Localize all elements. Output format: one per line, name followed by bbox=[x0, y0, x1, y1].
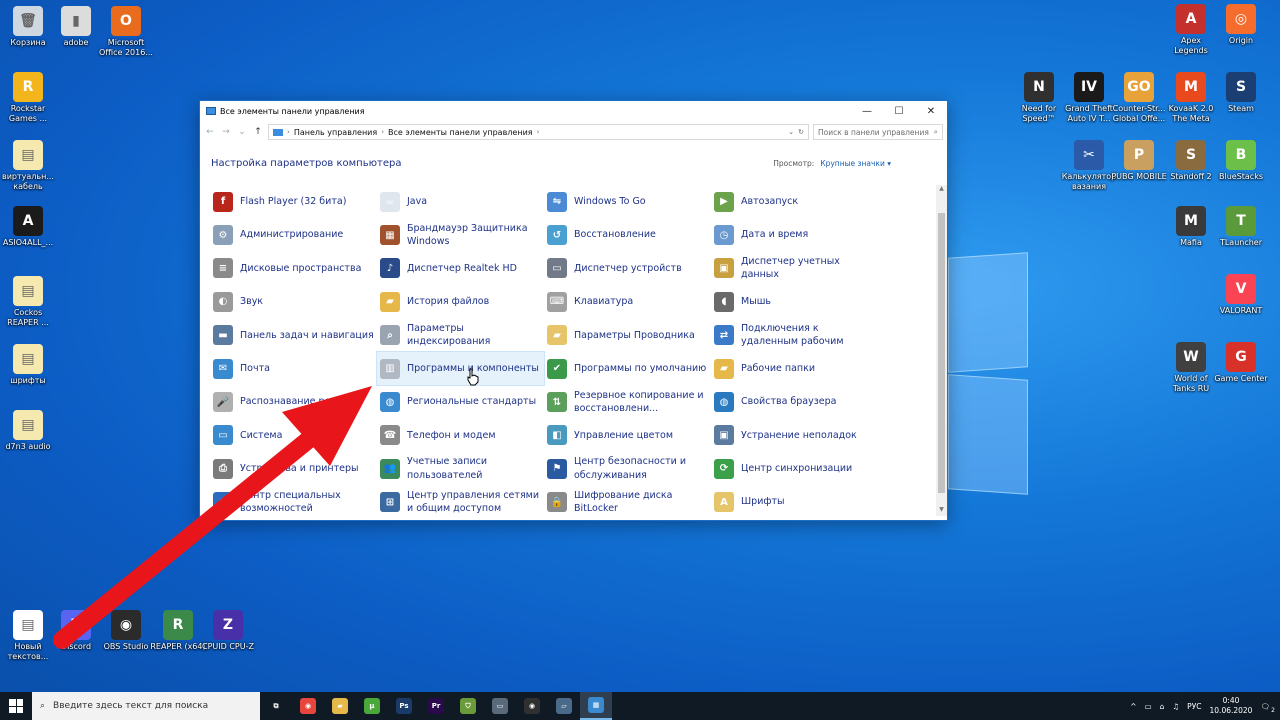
task-view-icon: ⧉ bbox=[268, 698, 284, 714]
notifications-icon[interactable]: 🗨 2 bbox=[1260, 702, 1275, 714]
taskbar-app-chrome[interactable]: ◉ bbox=[292, 692, 324, 720]
volume-icon[interactable]: ♫ bbox=[1172, 702, 1179, 711]
search-icon: ⌕ bbox=[40, 701, 46, 711]
clock-time: 0:40 bbox=[1222, 696, 1240, 705]
taskbar-app-photoshop[interactable]: Ps bbox=[388, 692, 420, 720]
taskbar: ⌕ Введите здесь текст для поиска ⧉ ◉ ▰ µ Ps P… bbox=[0, 692, 1280, 720]
vpn-shield-icon: ⛉ bbox=[460, 698, 476, 714]
taskbar-apps: ⧉ ◉ ▰ µ Ps Pr ⛉ ▭ ◉ ▱ ▦ bbox=[260, 692, 612, 720]
tray-overflow-chevron-icon[interactable]: ^ bbox=[1130, 702, 1136, 711]
file-explorer-icon: ▰ bbox=[332, 698, 348, 714]
notification-count: 2 bbox=[1271, 706, 1275, 714]
network-icon[interactable]: ⌂ bbox=[1160, 702, 1165, 711]
obs-icon: ◉ bbox=[524, 698, 540, 714]
utorrent-icon: µ bbox=[364, 698, 380, 714]
red-annotation-arrow bbox=[53, 386, 372, 649]
start-button[interactable] bbox=[0, 692, 32, 720]
devices-icon: ▭ bbox=[492, 698, 508, 714]
chrome-icon: ◉ bbox=[300, 698, 316, 714]
taskbar-search-placeholder: Введите здесь текст для поиска bbox=[53, 701, 209, 711]
taskbar-app-drive-tool[interactable]: ▱ bbox=[548, 692, 580, 720]
taskbar-app-control-panel[interactable]: ▦ bbox=[580, 692, 612, 720]
windows-start-icon bbox=[9, 699, 23, 713]
system-tray: ^ ▭ ⌂ ♫ РУС 0:40 10.06.2020 🗨 2 bbox=[1130, 692, 1280, 720]
language-indicator[interactable]: РУС bbox=[1187, 702, 1201, 711]
taskbar-app-obs[interactable]: ◉ bbox=[516, 692, 548, 720]
taskbar-search-box[interactable]: ⌕ Введите здесь текст для поиска bbox=[32, 692, 260, 720]
battery-icon[interactable]: ▭ bbox=[1145, 702, 1152, 711]
drive-tool-icon: ▱ bbox=[556, 698, 572, 714]
clock-date: 10.06.2020 bbox=[1209, 706, 1253, 715]
taskbar-app-vpn-shield[interactable]: ⛉ bbox=[452, 692, 484, 720]
clock[interactable]: 0:40 10.06.2020 bbox=[1210, 696, 1253, 716]
taskbar-app-premiere[interactable]: Pr bbox=[420, 692, 452, 720]
taskbar-app-utorrent[interactable]: µ bbox=[356, 692, 388, 720]
photoshop-icon: Ps bbox=[396, 698, 412, 714]
premiere-icon: Pr bbox=[428, 698, 444, 714]
taskbar-app-task-view[interactable]: ⧉ bbox=[260, 692, 292, 720]
taskbar-app-devices[interactable]: ▭ bbox=[484, 692, 516, 720]
taskbar-app-file-explorer[interactable]: ▰ bbox=[324, 692, 356, 720]
control-panel-icon: ▦ bbox=[588, 697, 604, 713]
